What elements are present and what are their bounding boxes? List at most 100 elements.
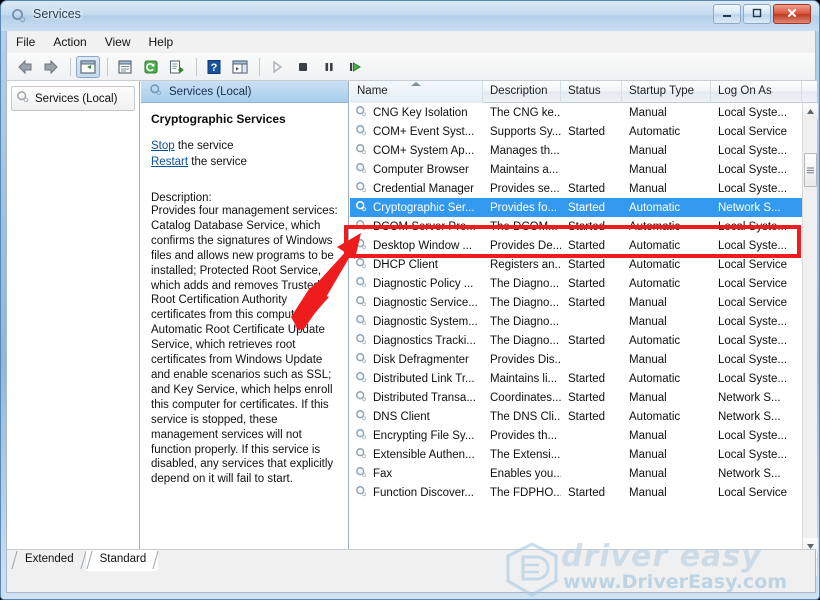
tree-node-services-local[interactable]: Services (Local) xyxy=(11,86,135,111)
cell-startup: Automatic xyxy=(622,259,711,271)
stop-service-link[interactable]: Stop xyxy=(151,140,175,152)
cell-description: Coordinates... xyxy=(483,392,561,404)
export-list-icon[interactable] xyxy=(165,56,189,78)
cell-logon: Network S... xyxy=(711,468,802,480)
table-row-selected[interactable]: Cryptographic Ser... Provides fo... Starte… xyxy=(350,198,802,217)
table-row[interactable]: COM+ Event Syst... Supports Sy... Started A… xyxy=(350,122,802,141)
tab-standard[interactable]: Standard xyxy=(85,550,159,571)
show-hide-action-pane-icon[interactable] xyxy=(228,56,252,78)
stop-service-icon[interactable] xyxy=(291,56,315,78)
cell-text: Registers an... xyxy=(490,258,561,271)
column-header-log-on-as[interactable]: Log On As xyxy=(711,81,802,103)
services-list-rows: CNG Key Isolation The CNG ke... Manual Loca… xyxy=(350,103,802,554)
menu-bar: File Action View Help xyxy=(6,31,816,53)
cell-text: Diagnostic Service... xyxy=(373,296,478,309)
cell-logon: Local Syste... xyxy=(711,221,802,233)
pause-service-icon[interactable] xyxy=(317,56,341,78)
table-row[interactable]: DNS Client The DNS Cli... Started Automatic… xyxy=(350,407,802,426)
cell-description: Enables you... xyxy=(483,468,561,480)
cell-text: Computer Browser xyxy=(373,163,469,176)
cell-text: Local Syste... xyxy=(718,220,788,233)
minimize-button[interactable] xyxy=(713,4,741,24)
status-bar xyxy=(6,571,816,593)
menu-help[interactable]: Help xyxy=(140,32,183,52)
table-row[interactable]: Distributed Link Tr... Maintains li... Sta… xyxy=(350,369,802,388)
column-header-status[interactable]: Status xyxy=(561,81,622,103)
cell-name: Disk Defragmenter xyxy=(350,352,483,368)
cell-logon: Local Syste... xyxy=(711,316,802,328)
cell-text: Started xyxy=(568,220,606,233)
cell-description: The Extensi... xyxy=(483,449,561,461)
table-row[interactable]: COM+ System Ap... Manages th... Manual Loca… xyxy=(350,141,802,160)
cell-text: Cryptographic Ser... xyxy=(373,201,475,214)
cell-text: Started xyxy=(568,201,606,214)
table-row[interactable]: Desktop Window ... Provides De... Started A… xyxy=(350,236,802,255)
vertical-scroll-thumb[interactable] xyxy=(804,153,817,187)
cell-startup: Automatic xyxy=(622,278,711,290)
table-row[interactable]: Disk Defragmenter Provides Dis... Manual Lo… xyxy=(350,350,802,369)
tab-extended[interactable]: Extended xyxy=(11,550,86,571)
restart-service-action: Restart the service xyxy=(151,154,340,170)
cell-text: DCOM Server Pro... xyxy=(373,220,476,233)
table-row[interactable]: Encrypting File Sy... Provides th... Manua… xyxy=(350,426,802,445)
restart-service-icon[interactable] xyxy=(343,56,367,78)
table-row[interactable]: Fax Enables you... Manual Network S... xyxy=(350,464,802,483)
service-gear-icon xyxy=(355,181,368,197)
table-row[interactable]: Credential Manager Provides se... Started M… xyxy=(350,179,802,198)
cell-logon: Network S... xyxy=(711,202,802,214)
table-row[interactable]: CNG Key Isolation The CNG ke... Manual Loca… xyxy=(350,103,802,122)
table-row[interactable]: Diagnostics Tracki... The Diagno... Starte… xyxy=(350,331,802,350)
cell-startup: Manual xyxy=(622,164,711,176)
cell-logon: Local Syste... xyxy=(711,164,802,176)
cell-text: Manual xyxy=(629,144,667,157)
service-gear-icon xyxy=(355,352,368,368)
service-detail-pane: Services (Local) Cryptographic Services … xyxy=(141,81,349,576)
cell-text: Network S... xyxy=(718,410,781,423)
cell-description: Maintains a... xyxy=(483,164,561,176)
properties-icon[interactable] xyxy=(113,56,137,78)
column-header-name[interactable]: Name xyxy=(350,81,483,103)
cell-text: Provides De... xyxy=(490,239,561,252)
help-icon[interactable]: ? xyxy=(202,56,226,78)
cell-text: Encrypting File Sy... xyxy=(373,429,475,442)
cell-status: Started xyxy=(561,373,622,385)
show-hide-console-tree-icon[interactable] xyxy=(76,55,100,78)
cell-description: The FDPHO... xyxy=(483,487,561,499)
cell-text: Supports Sy... xyxy=(490,125,561,138)
service-gear-icon xyxy=(355,314,368,330)
cell-text: Started xyxy=(568,391,606,404)
description-text: Provides four management services: Catal… xyxy=(151,205,338,486)
list-vertical-scrollbar[interactable] xyxy=(802,103,818,554)
cell-description: Supports Sy... xyxy=(483,126,561,138)
forward-icon[interactable] xyxy=(39,56,63,78)
table-row[interactable]: Computer Browser Maintains a... Manual Loca… xyxy=(350,160,802,179)
column-header-startup-type[interactable]: Startup Type xyxy=(622,81,711,103)
close-button[interactable] xyxy=(773,4,811,24)
service-gear-icon xyxy=(355,105,368,121)
selected-service-title: Cryptographic Services xyxy=(151,112,286,126)
table-row[interactable]: DCOM Server Pro... The DCOM... Started Auto… xyxy=(350,217,802,236)
cell-description: Provides fo... xyxy=(483,202,561,214)
table-row[interactable]: Diagnostic Policy ... The Diagno... Starte… xyxy=(350,274,802,293)
table-row[interactable]: Diagnostic System... The Diagno... Manual L… xyxy=(350,312,802,331)
menu-file[interactable]: File xyxy=(7,32,44,52)
table-row[interactable]: Diagnostic Service... The Diagno... Starte… xyxy=(350,293,802,312)
cell-startup: Automatic xyxy=(622,411,711,423)
column-header-description[interactable]: Description xyxy=(483,81,561,103)
scroll-up-arrow-icon[interactable] xyxy=(803,103,818,119)
start-service-icon[interactable] xyxy=(265,56,289,78)
refresh-icon[interactable] xyxy=(139,56,163,78)
maximize-button[interactable] xyxy=(743,4,771,24)
tab-label: Extended xyxy=(25,553,74,565)
cell-status: Started xyxy=(561,240,622,252)
menu-view[interactable]: View xyxy=(96,32,140,52)
cell-description: The CNG ke... xyxy=(483,107,561,119)
menu-action[interactable]: Action xyxy=(44,32,95,52)
restart-service-link[interactable]: Restart xyxy=(151,156,188,168)
cell-text: Local Service xyxy=(718,296,788,309)
table-row[interactable]: Extensible Authen... The Extensi... Manual… xyxy=(350,445,802,464)
table-row[interactable]: Function Discover... The FDPHO... Started M… xyxy=(350,483,802,502)
back-icon[interactable] xyxy=(13,56,37,78)
table-row[interactable]: Distributed Transa... Coordinates... Start… xyxy=(350,388,802,407)
table-row[interactable]: DHCP Client Registers an... Started Automat… xyxy=(350,255,802,274)
